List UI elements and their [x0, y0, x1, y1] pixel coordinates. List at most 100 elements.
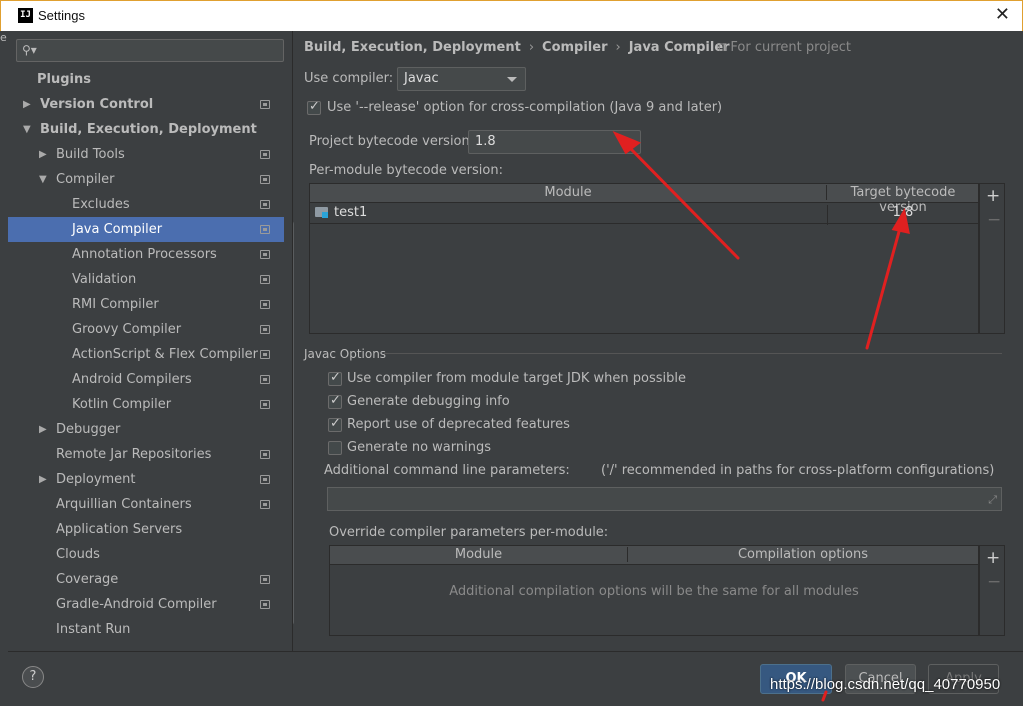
- sidebar-item-label: Clouds: [56, 547, 100, 562]
- remove-icon[interactable]: −: [987, 210, 1001, 230]
- sidebar-item-instant-run[interactable]: Instant Run: [8, 617, 284, 642]
- option-checkbox-deprecated[interactable]: [328, 416, 342, 432]
- sidebar-item-arquillian-containers[interactable]: Arquillian Containers: [8, 492, 284, 517]
- sidebar-item-label: Android Compilers: [72, 372, 192, 387]
- option-checkbox-debugging-info[interactable]: [328, 393, 342, 409]
- module-bytecode-table: Module Target bytecode version test1 1.8: [309, 183, 979, 334]
- close-icon[interactable]: ✕: [995, 4, 1010, 25]
- target-bytecode-value[interactable]: 1.8: [827, 205, 978, 225]
- sidebar-item-clouds[interactable]: Clouds: [8, 542, 284, 567]
- option-label: Use compiler from module target JDK when…: [347, 371, 686, 386]
- collapse-arrow-icon[interactable]: ▼: [23, 117, 31, 142]
- add-icon[interactable]: +: [986, 186, 1000, 206]
- sidebar-item-build-execution-deployment[interactable]: ▼ Build, Execution, Deployment: [8, 117, 284, 142]
- project-bytecode-value: 1.8: [475, 134, 496, 149]
- project-settings-icon: [260, 200, 270, 209]
- option-label: Report use of deprecated features: [347, 417, 570, 432]
- expand-arrow-icon[interactable]: ▶: [39, 142, 47, 167]
- column-header-compilation-options[interactable]: Compilation options: [628, 547, 978, 562]
- expand-arrow-icon[interactable]: ▶: [39, 417, 47, 442]
- sidebar-item-label: Compiler: [56, 172, 115, 187]
- release-option-checkbox[interactable]: [307, 99, 321, 115]
- per-module-bytecode-label: Per-module bytecode version:: [309, 163, 503, 178]
- column-header-module[interactable]: Module: [310, 185, 827, 200]
- add-icon[interactable]: +: [986, 548, 1000, 568]
- column-header-module[interactable]: Module: [330, 547, 628, 562]
- sidebar-item-coverage[interactable]: Coverage: [8, 567, 284, 592]
- sidebar-item-annotation-processors[interactable]: Annotation Processors: [8, 242, 284, 267]
- window-left-edge: e: [0, 31, 8, 706]
- sidebar-item-plugins[interactable]: Plugins: [8, 67, 284, 92]
- project-settings-icon: [260, 175, 270, 184]
- sidebar-item-kotlin-compiler[interactable]: Kotlin Compiler: [8, 392, 284, 417]
- sidebar-item-label: Arquillian Containers: [56, 497, 192, 512]
- remove-icon[interactable]: −: [987, 572, 1001, 592]
- chevron-down-icon: [622, 140, 632, 145]
- window-titlebar: IJ Settings ✕: [0, 0, 1023, 31]
- project-settings-icon: [260, 475, 270, 484]
- table-row[interactable]: test1 1.8: [310, 203, 978, 225]
- sidebar-item-build-tools[interactable]: ▶ Build Tools: [8, 142, 284, 167]
- additional-params-field[interactable]: ⤢: [327, 487, 1002, 511]
- breadcrumb-item: Java Compiler: [628, 40, 730, 55]
- sidebar-item-label: Excludes: [72, 197, 130, 212]
- breadcrumb-item: Build, Execution, Deployment: [304, 40, 521, 55]
- expand-arrow-icon[interactable]: ▶: [39, 467, 47, 492]
- section-divider: [384, 353, 1002, 354]
- sidebar-item-actionscript-flex-compiler[interactable]: ActionScript & Flex Compiler: [8, 342, 284, 367]
- project-settings-icon: [260, 375, 270, 384]
- override-params-table: Module Compilation options Additional co…: [329, 545, 979, 636]
- search-input[interactable]: ⚲▾: [16, 39, 284, 62]
- for-current-project-label: ⧉ For current project: [717, 40, 852, 55]
- sidebar-item-label: Remote Jar Repositories: [56, 447, 212, 462]
- sidebar-item-deployment[interactable]: ▶ Deployment: [8, 467, 284, 492]
- override-params-label: Override compiler parameters per-module:: [329, 525, 609, 540]
- project-bytecode-select[interactable]: 1.8: [468, 130, 641, 154]
- sidebar-item-compiler[interactable]: ▼ Compiler: [8, 167, 284, 192]
- option-checkbox-target-jdk[interactable]: [328, 370, 342, 386]
- project-settings-icon: [260, 225, 270, 234]
- sidebar-item-label: Build Tools: [56, 147, 125, 162]
- sidebar-item-application-servers[interactable]: Application Servers: [8, 517, 284, 542]
- sidebar-item-label: Validation: [72, 272, 137, 287]
- project-bytecode-label: Project bytecode version:: [309, 134, 475, 149]
- sidebar-item-validation[interactable]: Validation: [8, 267, 284, 292]
- use-compiler-label: Use compiler:: [304, 71, 394, 86]
- help-button[interactable]: ?: [22, 666, 44, 688]
- sidebar-item-label: Kotlin Compiler: [72, 397, 172, 412]
- option-checkbox-no-warnings[interactable]: [328, 441, 342, 455]
- settings-sidebar: ⚲▾ Plugins ▶ Version Control ▼ Build, Ex…: [8, 31, 300, 651]
- sidebar-item-android-compilers[interactable]: Android Compilers: [8, 367, 284, 392]
- sidebar-item-label: Instant Run: [56, 622, 131, 637]
- expand-arrow-icon[interactable]: ▶: [23, 92, 31, 117]
- project-settings-icon: [260, 575, 270, 584]
- release-option-label: Use '--release' option for cross-compila…: [327, 100, 723, 115]
- use-compiler-select[interactable]: Javac: [397, 67, 526, 91]
- table-header: Module Target bytecode version: [310, 184, 978, 215]
- breadcrumb-separator: ›: [615, 40, 621, 55]
- project-settings-icon: [260, 350, 270, 359]
- sidebar-item-label: Coverage: [56, 572, 119, 587]
- sidebar-item-remote-jar-repositories[interactable]: Remote Jar Repositories: [8, 442, 284, 467]
- sidebar-item-version-control[interactable]: ▶ Version Control: [8, 92, 284, 117]
- sidebar-item-rmi-compiler[interactable]: RMI Compiler: [8, 292, 284, 317]
- project-settings-icon: [260, 150, 270, 159]
- collapse-arrow-icon[interactable]: ▼: [39, 167, 47, 192]
- project-settings-icon: [260, 250, 270, 259]
- project-settings-icon: [260, 100, 270, 109]
- sidebar-item-groovy-compiler[interactable]: Groovy Compiler: [8, 317, 284, 342]
- sidebar-item-debugger[interactable]: ▶ Debugger: [8, 417, 284, 442]
- sidebar-item-label: Version Control: [40, 97, 154, 112]
- sidebar-item-java-compiler[interactable]: Java Compiler: [8, 217, 284, 242]
- sidebar-item-label: Plugins: [37, 72, 91, 87]
- sidebar-item-label: Build, Execution, Deployment: [40, 122, 257, 137]
- breadcrumb-item: Compiler: [542, 40, 608, 55]
- expand-icon[interactable]: ⤢: [988, 493, 997, 507]
- empty-table-text: Additional compilation options will be t…: [449, 584, 859, 599]
- search-icon: ⚲▾: [22, 43, 37, 57]
- sidebar-item-label: ActionScript & Flex Compiler: [72, 347, 259, 362]
- project-settings-icon: [260, 300, 270, 309]
- override-table-toolbar: + −: [979, 545, 1005, 636]
- sidebar-item-gradle-android-compiler[interactable]: Gradle-Android Compiler: [8, 592, 284, 617]
- sidebar-item-excludes[interactable]: Excludes: [8, 192, 284, 217]
